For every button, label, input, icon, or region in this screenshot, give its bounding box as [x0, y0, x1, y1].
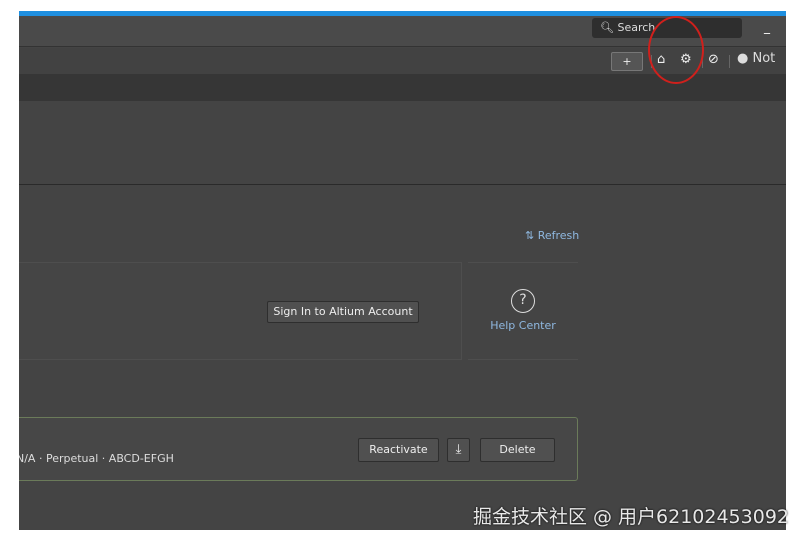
- refresh-label: Refresh: [537, 229, 580, 242]
- license-details: N/A · Perpetual · ABCD-EFGH: [19, 452, 174, 465]
- download-icon[interactable]: ⤓: [447, 438, 470, 462]
- delete-button[interactable]: Delete: [480, 438, 555, 462]
- user-icon: ●: [737, 51, 749, 66]
- minimize-button[interactable]: _: [764, 20, 770, 34]
- license-card: N/A · Perpetual · ABCD-EFGH Reactivate ⤓…: [19, 417, 578, 481]
- notifications-off-icon[interactable]: ⊘: [708, 52, 719, 67]
- help-icon: ?: [511, 289, 535, 313]
- help-center-label: Help Center: [490, 319, 556, 332]
- search-icon: 🔍︎: [600, 21, 614, 34]
- user-label: Not: [752, 51, 776, 66]
- reactivate-button[interactable]: Reactivate: [358, 438, 439, 462]
- watermark: 掘金技术社区 @ 用户62102453092: [472, 506, 789, 528]
- app-window: 🔍︎ Search _ + ⌂ ⚙ ⊘ ● Not ⇅ Refresh Sign…: [19, 11, 786, 530]
- divider: [19, 184, 786, 185]
- account-card: Sign In to Altium Account: [19, 262, 462, 360]
- divider: [729, 55, 730, 68]
- sign-in-button[interactable]: Sign In to Altium Account: [267, 301, 419, 323]
- refresh-icon: ⇅: [525, 229, 535, 242]
- help-center-link[interactable]: ? Help Center: [468, 262, 578, 360]
- chat-add-button[interactable]: +: [611, 52, 643, 71]
- refresh-link[interactable]: ⇅ Refresh: [525, 229, 579, 242]
- annotation-circle: [648, 16, 704, 84]
- search-placeholder: Search: [617, 21, 656, 34]
- user-account-button[interactable]: ● Not: [737, 51, 775, 66]
